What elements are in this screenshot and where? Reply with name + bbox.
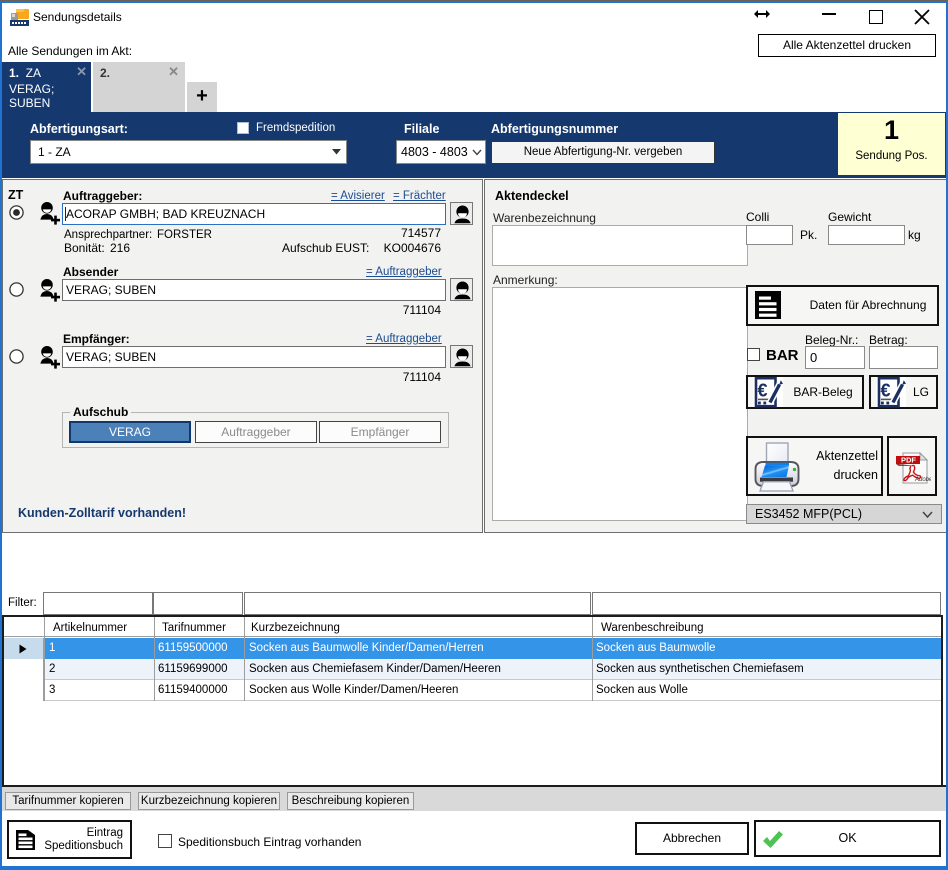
svg-text:Adobe: Adobe — [914, 477, 931, 483]
svg-text:PDF: PDF — [901, 456, 916, 465]
